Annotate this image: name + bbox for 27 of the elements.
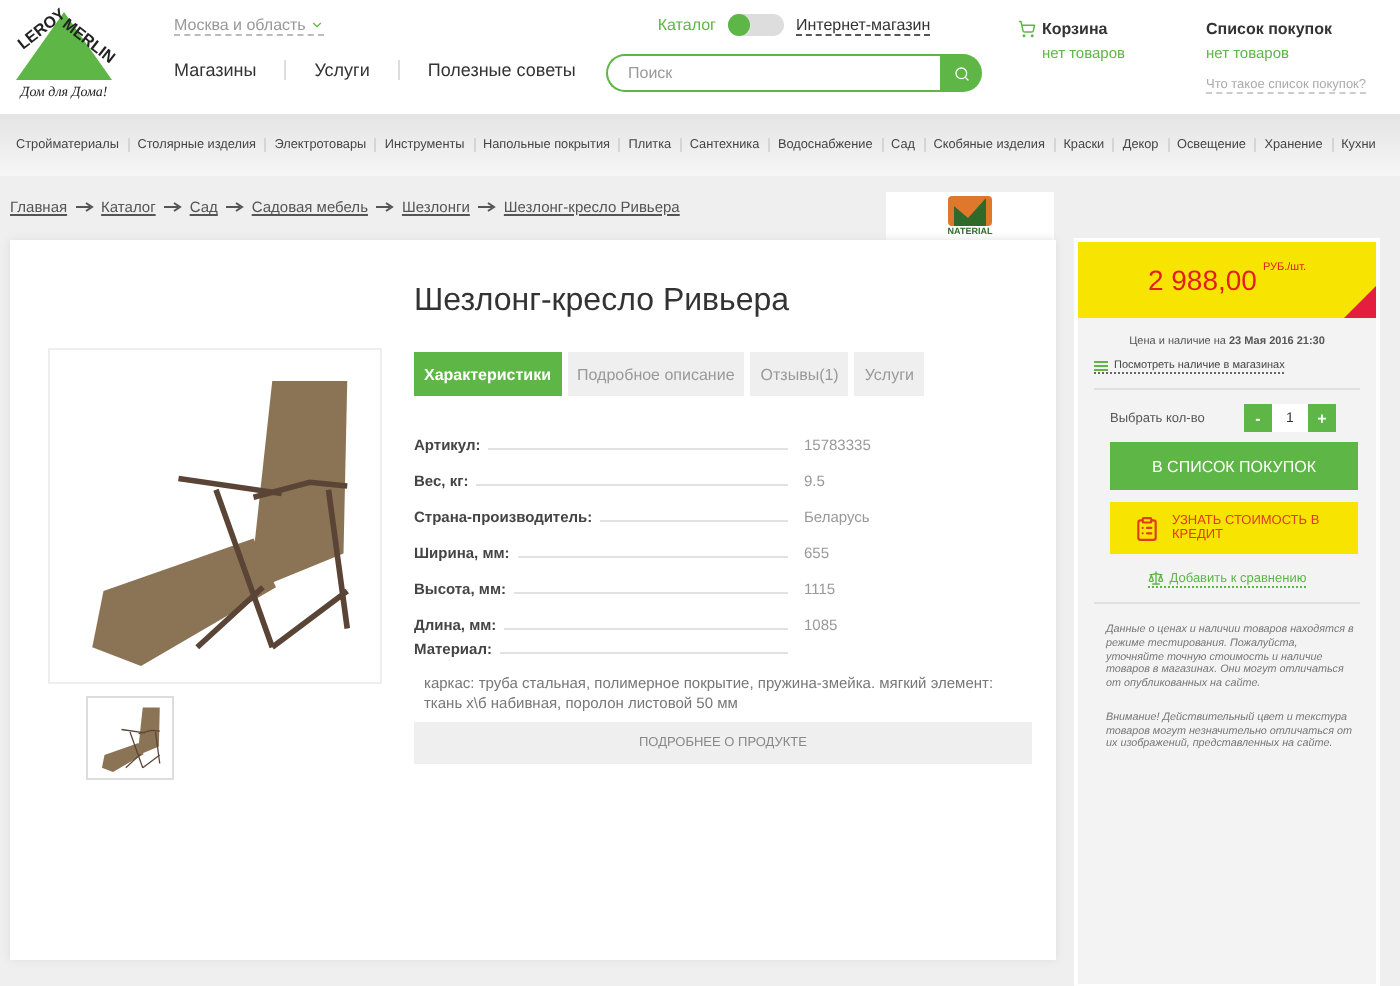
nav-link[interactable]: Полезные советы <box>397 60 604 80</box>
logo-triangle-icon <box>14 8 114 84</box>
arrow-icon <box>163 202 182 212</box>
shopping-list-title[interactable]: Список покупок <box>1206 20 1367 38</box>
clipboard-icon <box>1134 515 1160 541</box>
search-field[interactable]: Поиск <box>606 54 940 92</box>
corner-triangle-icon <box>1344 286 1376 318</box>
nav-link[interactable]: Услуги <box>284 60 398 80</box>
price: 2 988,00 <box>1147 264 1257 296</box>
cart-icon <box>1018 20 1036 38</box>
scales-icon <box>1147 570 1164 586</box>
switch-label[interactable]: Интернет-магазин <box>795 15 931 35</box>
arrow-icon <box>75 202 94 212</box>
list-icon <box>1094 360 1108 372</box>
caret-icon <box>309 18 324 32</box>
lounge-chair-drawing <box>96 704 164 772</box>
arrow-icon <box>225 202 244 212</box>
cart-title[interactable]: Корзина <box>1042 20 1126 38</box>
product-title: Шезлонг-кресло Ривьера <box>414 284 792 320</box>
nav-link[interactable]: Магазины <box>174 60 285 80</box>
thumbnail[interactable] <box>86 696 174 780</box>
search-button[interactable] <box>940 54 982 92</box>
search-icon <box>953 65 969 81</box>
mode-switch[interactable] <box>727 14 784 36</box>
arrow-icon <box>375 202 394 212</box>
brand-logo-icon <box>948 196 992 226</box>
arrow-icon <box>477 202 496 212</box>
